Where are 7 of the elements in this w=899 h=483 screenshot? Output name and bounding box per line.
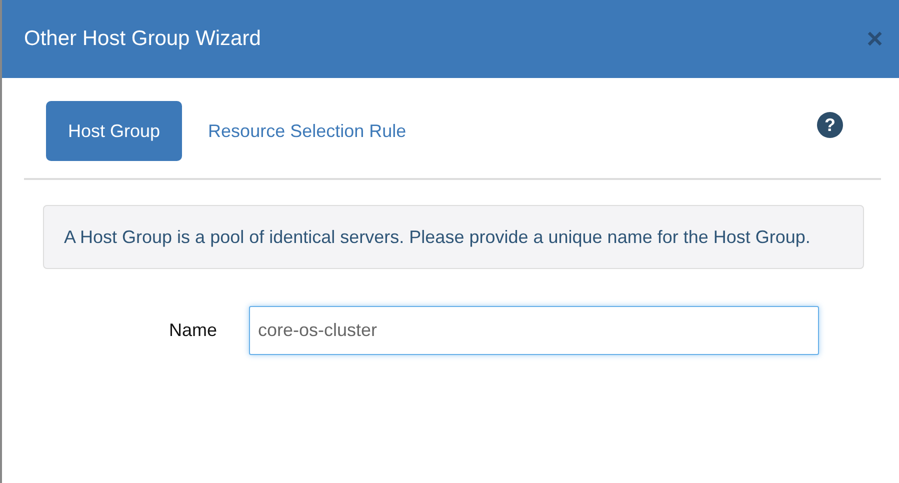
info-text: A Host Group is a pool of identical servers. Please provide a unique name for the Host Group. xyxy=(64,226,812,249)
window-title: Other Host Group Wizard xyxy=(24,27,262,51)
name-label: Name xyxy=(168,320,217,341)
name-field[interactable]: core-os-cluster xyxy=(249,306,819,355)
tab[interactable]: Resource Selection Rule xyxy=(186,101,428,161)
tab[interactable]: Host Group xyxy=(46,101,182,161)
help-button[interactable]: ? xyxy=(817,112,843,138)
